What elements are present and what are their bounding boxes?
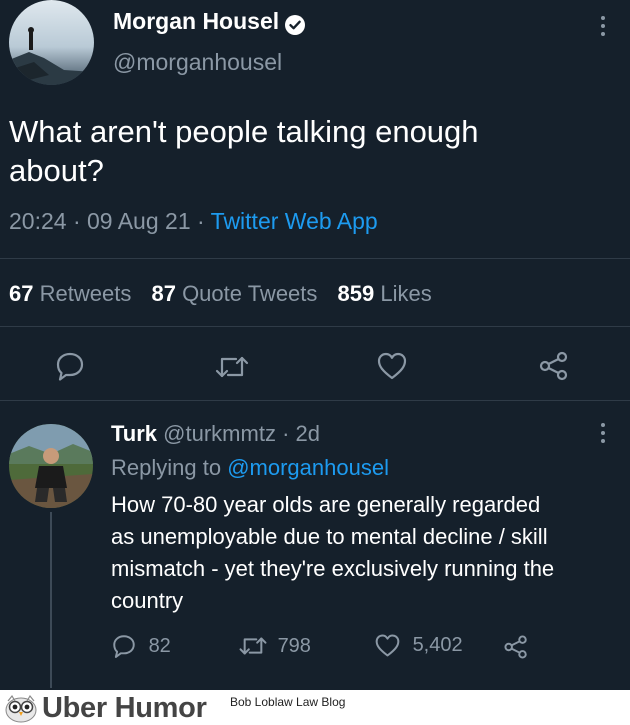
- reply-text-line: as unemployable due to mental decline / …: [111, 524, 548, 549]
- reply-header: Turk @turkmmtz · 2d: [111, 421, 320, 447]
- tweet-date[interactable]: 09 Aug 21: [87, 208, 191, 234]
- brand-name: Uber Humor: [42, 692, 207, 724]
- reply-actions: 82 798 5,402: [111, 633, 531, 663]
- replying-to-label: Replying to: [111, 455, 222, 480]
- meta-separator: ·: [197, 208, 205, 234]
- reply-thread-line: [50, 512, 52, 688]
- watermark-footer: Uber Humor Bob Loblaw Law Blog: [0, 690, 630, 725]
- quotes-stat[interactable]: 87 Quote Tweets: [151, 281, 323, 306]
- divider: [0, 258, 630, 259]
- footer-caption: Bob Loblaw Law Blog: [230, 695, 346, 709]
- share-icon[interactable]: [538, 350, 570, 382]
- tweet-time[interactable]: 20:24: [9, 208, 67, 234]
- tweet-text-line: What aren't people talking enough: [9, 114, 479, 149]
- reply-text-line: country: [111, 588, 184, 613]
- reply-author-name[interactable]: Turk: [111, 421, 157, 446]
- verified-badge-icon: [284, 14, 306, 36]
- tweet-stats: 67 Retweets 87 Quote Tweets 859 Likes: [9, 281, 432, 307]
- reply-icon: [111, 633, 137, 659]
- like-icon[interactable]: [376, 351, 408, 381]
- divider: [0, 400, 630, 401]
- reply-more-options-icon[interactable]: [597, 421, 609, 445]
- replying-to-handle[interactable]: @morganhousel: [227, 455, 389, 480]
- replying-to: Replying to @morganhousel: [111, 455, 389, 481]
- quotes-count: 87: [151, 281, 176, 306]
- author-name[interactable]: Morgan Housel: [113, 8, 279, 34]
- reply-reply-action[interactable]: 82: [111, 633, 171, 659]
- retweets-stat[interactable]: 67 Retweets: [9, 281, 137, 306]
- like-count: 5,402: [412, 634, 463, 656]
- likes-label: Likes: [380, 281, 432, 306]
- tweet-text-line: about?: [9, 153, 104, 188]
- reply-text-line: How 70-80 year olds are generally regard…: [111, 492, 541, 517]
- retweet-count: 798: [277, 634, 311, 657]
- reply-author-avatar[interactable]: [9, 424, 93, 508]
- tweet-text: What aren't people talking enough about?: [9, 112, 479, 190]
- reply-like-action[interactable]: 5,402: [374, 633, 463, 658]
- reply-text-line: mismatch - yet they're exclusively runni…: [111, 556, 555, 581]
- owl-logo-icon: [4, 693, 38, 723]
- more-options-icon[interactable]: [597, 14, 609, 38]
- retweet-icon[interactable]: [214, 352, 250, 382]
- retweets-label: Retweets: [39, 281, 132, 306]
- share-icon[interactable]: [503, 634, 529, 660]
- reply-age[interactable]: · 2d: [282, 421, 320, 446]
- author-handle[interactable]: @morganhousel: [113, 49, 282, 76]
- reply-count: 82: [148, 634, 171, 657]
- retweets-count: 67: [9, 281, 34, 306]
- tweet-source[interactable]: Twitter Web App: [211, 208, 378, 234]
- quotes-label: Quote Tweets: [182, 281, 318, 306]
- reply-icon[interactable]: [54, 350, 86, 382]
- retweet-icon: [238, 633, 268, 659]
- likes-stat[interactable]: 859 Likes: [338, 281, 432, 306]
- divider: [0, 326, 630, 327]
- reply-text: How 70-80 year olds are generally regard…: [111, 489, 554, 617]
- tweet-meta: 20:24 · 09 Aug 21 · Twitter Web App: [9, 208, 378, 235]
- likes-count: 859: [337, 281, 375, 306]
- reply-author-handle[interactable]: @turkmmtz: [163, 421, 276, 446]
- meta-separator: ·: [72, 208, 81, 234]
- reply-retweet-action[interactable]: 798: [238, 633, 311, 659]
- author-avatar[interactable]: [9, 0, 94, 85]
- like-icon: [374, 633, 401, 658]
